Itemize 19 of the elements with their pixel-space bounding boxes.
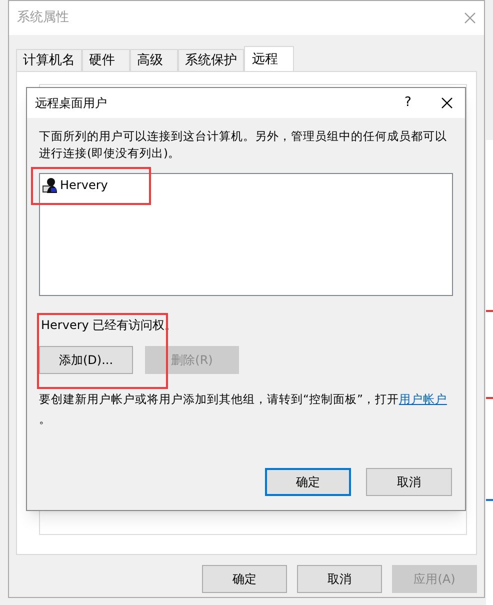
tab[interactable]: 计算机名 [16, 49, 82, 71]
close-icon[interactable] [441, 97, 453, 109]
button[interactable]: 取消 [366, 468, 452, 496]
button[interactable]: 添加(D)... [39, 346, 133, 374]
tab[interactable]: 高级 [130, 49, 178, 71]
user-icon [42, 177, 58, 193]
button[interactable]: 确定 [202, 565, 287, 593]
tab[interactable]: 系统保护 [178, 49, 244, 71]
dialog-title: 远程桌面用户 [35, 95, 108, 112]
link[interactable]: 用户帐户 [398, 392, 447, 406]
list-item[interactable]: Hervery [60, 176, 108, 194]
tab[interactable]: 硬件 [82, 49, 130, 71]
note-text: 要创建新用户帐户或将用户添加到其他组，请转到“控制面板”，打开用户帐户 。 [39, 391, 448, 428]
intro-text: 下面所列的用户可以连接到这台计算机。另外，管理员组中的任何成员都可以进行连接(即使没有列出)。 [39, 128, 448, 162]
button[interactable]: 确定 [265, 468, 351, 496]
help-button[interactable]: ? [393, 93, 423, 113]
tab[interactable]: 远程 [244, 46, 294, 72]
button[interactable]: 取消 [297, 565, 382, 593]
window-title: 系统属性 [17, 9, 69, 28]
